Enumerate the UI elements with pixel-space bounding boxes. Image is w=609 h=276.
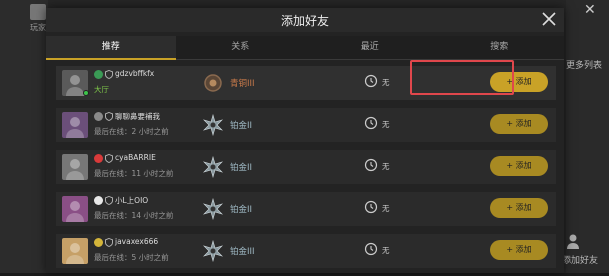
level-badge-icon bbox=[94, 154, 103, 163]
level-badge-icon bbox=[94, 70, 103, 79]
person-add-icon[interactable] bbox=[566, 234, 580, 250]
shield-icon bbox=[105, 112, 113, 121]
tier-label: 铂金II bbox=[230, 121, 253, 131]
recent-played-value: 无 bbox=[382, 120, 390, 129]
shield-icon bbox=[105, 70, 113, 79]
clock-icon bbox=[364, 200, 378, 214]
player-status: 大厅 bbox=[94, 85, 109, 94]
dialog-header: 添加好友 bbox=[46, 8, 564, 32]
avatar-image-icon bbox=[66, 243, 84, 264]
add-friend-button[interactable]: + 添加 bbox=[490, 156, 548, 176]
player-status: 最后在线：2 小时之前 bbox=[94, 127, 169, 136]
background-right-label[interactable]: 更多列表 bbox=[566, 58, 602, 71]
clock-icon bbox=[364, 74, 378, 88]
player-name: 聊聊鼻要補我 bbox=[115, 112, 160, 121]
recent-played-value: 无 bbox=[382, 204, 390, 213]
online-indicator bbox=[83, 90, 89, 96]
tab-search[interactable]: 搜索 bbox=[435, 36, 565, 59]
avatar[interactable] bbox=[62, 196, 88, 222]
avatar-image-icon bbox=[66, 117, 84, 138]
shield-icon bbox=[105, 238, 113, 247]
avatar[interactable] bbox=[62, 154, 88, 180]
player-status: 最后在线：14 小时之前 bbox=[94, 211, 174, 220]
clock-icon bbox=[364, 116, 378, 130]
avatar-image-icon bbox=[66, 201, 84, 222]
player-row[interactable]: 聊聊鼻要補我 最后在线：2 小时之前 铂金II 无 + 添加 bbox=[56, 108, 556, 142]
player-status: 最后在线：11 小时之前 bbox=[94, 169, 174, 178]
level-badge-icon bbox=[94, 196, 103, 205]
background-close-icon[interactable]: ✕ bbox=[584, 2, 596, 18]
avatar[interactable] bbox=[62, 238, 88, 264]
tab-recommended[interactable]: 推荐 bbox=[46, 36, 176, 60]
tier-label: 铂金II bbox=[230, 163, 253, 173]
tab-relations[interactable]: 关系 bbox=[176, 36, 306, 59]
shield-icon bbox=[105, 196, 113, 205]
shield-icon bbox=[105, 154, 113, 163]
player-status: 最后在线：5 小时之前 bbox=[94, 253, 169, 262]
player-name: cyaBARRIE bbox=[115, 153, 156, 162]
background-name: 玩家 bbox=[30, 23, 46, 32]
tier-label: 青铜III bbox=[230, 79, 255, 89]
highlight-box bbox=[410, 60, 514, 95]
background-left-panel bbox=[0, 0, 48, 273]
avatar-image-icon bbox=[66, 159, 84, 180]
platinum-tier-icon bbox=[202, 114, 224, 136]
player-row[interactable]: javaxex666 最后在线：5 小时之前 铂金III 无 + 添加 bbox=[56, 234, 556, 268]
platinum-tier-icon bbox=[202, 198, 224, 220]
add-friend-button[interactable]: + 添加 bbox=[490, 240, 548, 260]
recent-played-value: 无 bbox=[382, 246, 390, 255]
tier-label: 铂金III bbox=[230, 247, 255, 257]
player-row[interactable]: 小L上OIO 最后在线：14 小时之前 铂金II 无 + 添加 bbox=[56, 192, 556, 226]
recent-played-value: 无 bbox=[382, 162, 390, 171]
bronze-tier-icon bbox=[204, 74, 222, 92]
level-badge-icon bbox=[94, 238, 103, 247]
close-icon[interactable] bbox=[540, 10, 558, 28]
background-add-friend-label[interactable]: 添加好友 bbox=[562, 253, 598, 266]
tab-bar: 推荐 关系 最近 搜索 bbox=[46, 36, 564, 60]
player-name: javaxex666 bbox=[115, 237, 159, 246]
tier-label: 铂金II bbox=[230, 205, 253, 215]
player-row[interactable]: cyaBARRIE 最后在线：11 小时之前 铂金II 无 + 添加 bbox=[56, 150, 556, 184]
recent-played-value: 无 bbox=[382, 78, 390, 87]
player-name: 小L上OIO bbox=[115, 196, 149, 205]
dialog-title: 添加好友 bbox=[280, 14, 329, 28]
clock-icon bbox=[364, 158, 378, 172]
tab-recent[interactable]: 最近 bbox=[305, 36, 435, 59]
platinum-tier-icon bbox=[202, 240, 224, 262]
add-friend-button[interactable]: + 添加 bbox=[490, 198, 548, 218]
avatar[interactable] bbox=[62, 112, 88, 138]
player-name: gdzvbffkfx bbox=[115, 69, 155, 78]
clock-icon bbox=[364, 242, 378, 256]
level-badge-icon bbox=[94, 112, 103, 121]
background-avatar bbox=[30, 4, 46, 20]
add-friend-button[interactable]: + 添加 bbox=[490, 114, 548, 134]
platinum-tier-icon bbox=[202, 156, 224, 178]
player-list: gdzvbffkfx 大厅 青铜III 无 + 添加 聊聊鼻要補我 最后在线：2… bbox=[56, 66, 556, 276]
background-right-panel bbox=[566, 0, 609, 273]
